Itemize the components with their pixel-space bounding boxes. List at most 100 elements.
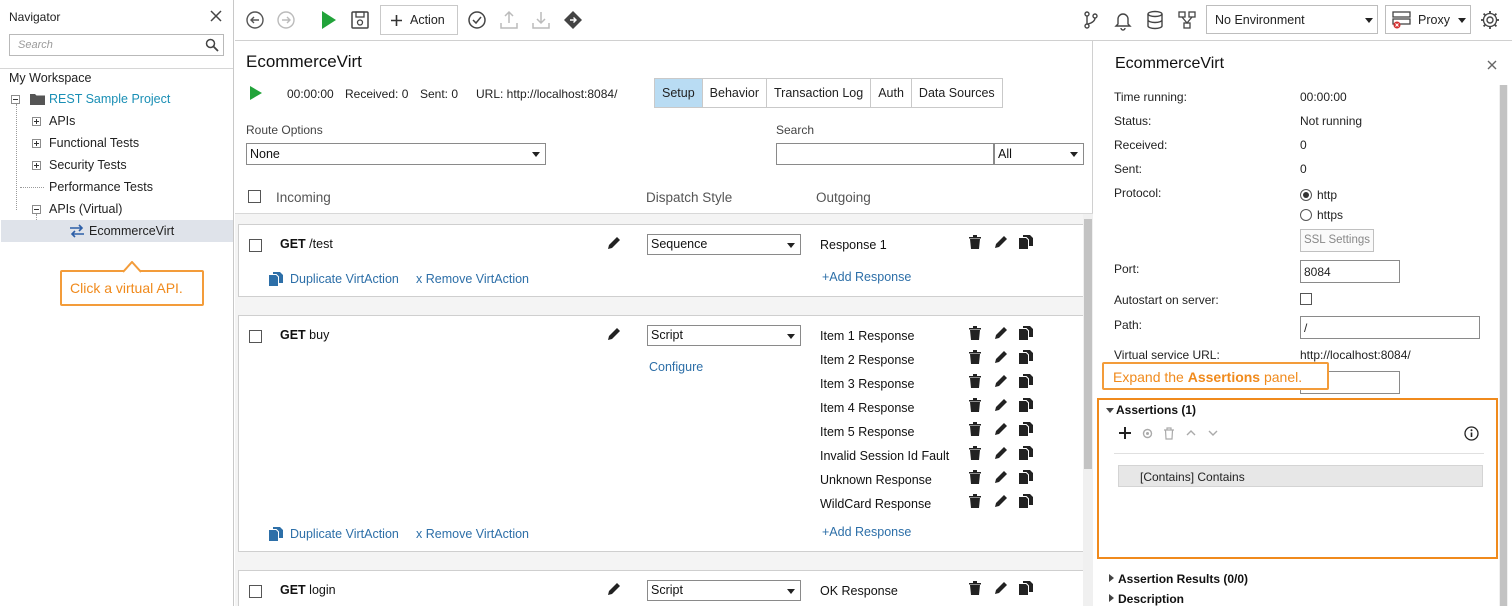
- trash-icon[interactable]: [969, 470, 981, 484]
- run-icon[interactable]: [317, 9, 339, 31]
- copy-response-icon[interactable]: [1018, 445, 1034, 461]
- response-item[interactable]: Response 1: [820, 238, 887, 252]
- radio-http[interactable]: [1300, 189, 1312, 201]
- response-item[interactable]: Invalid Session Id Fault: [820, 449, 949, 463]
- path-input[interactable]: /: [1300, 316, 1480, 339]
- description-header[interactable]: Description: [1118, 592, 1184, 606]
- add-assertion-icon[interactable]: [1119, 427, 1131, 439]
- forward-icon[interactable]: [275, 9, 297, 31]
- workspace-label[interactable]: My Workspace: [0, 68, 233, 88]
- trash-icon[interactable]: [1163, 427, 1175, 440]
- edit-route-icon[interactable]: [606, 235, 622, 251]
- environment-select[interactable]: No Environment: [1206, 5, 1378, 34]
- play-icon[interactable]: [249, 85, 263, 101]
- autostart-checkbox[interactable]: [1300, 293, 1312, 305]
- trash-icon[interactable]: [969, 235, 981, 249]
- response-item[interactable]: OK Response: [820, 584, 898, 598]
- copy-response-icon[interactable]: [1018, 373, 1034, 389]
- trash-icon[interactable]: [969, 326, 981, 340]
- response-item[interactable]: Item 1 Response: [820, 329, 915, 343]
- edit-response-icon[interactable]: [993, 349, 1009, 365]
- trash-icon[interactable]: [969, 374, 981, 388]
- database-icon[interactable]: [1144, 9, 1166, 31]
- bell-icon[interactable]: [1112, 9, 1134, 31]
- edit-route-icon[interactable]: [606, 581, 622, 597]
- duplicate-icon[interactable]: [268, 271, 284, 287]
- copy-response-icon[interactable]: [1018, 234, 1034, 250]
- copy-response-icon[interactable]: [1018, 397, 1034, 413]
- dispatch-style-select[interactable]: Script: [647, 325, 801, 346]
- edit-response-icon[interactable]: [993, 469, 1009, 485]
- dispatch-style-select[interactable]: Script: [647, 580, 801, 601]
- copy-response-icon[interactable]: [1018, 349, 1034, 365]
- radio-https[interactable]: [1300, 209, 1312, 221]
- copy-response-icon[interactable]: [1018, 325, 1034, 341]
- chevron-down-icon[interactable]: [1208, 429, 1218, 437]
- copy-response-icon[interactable]: [1018, 421, 1034, 437]
- row-checkbox[interactable]: [249, 330, 262, 343]
- trash-icon[interactable]: [969, 581, 981, 595]
- back-icon[interactable]: [244, 9, 266, 31]
- edit-response-icon[interactable]: [993, 373, 1009, 389]
- upload-icon[interactable]: [498, 9, 520, 31]
- edit-response-icon[interactable]: [993, 580, 1009, 596]
- assertions-header[interactable]: Assertions (1): [1116, 403, 1196, 417]
- row-checkbox[interactable]: [249, 239, 262, 252]
- chevron-up-icon[interactable]: [1186, 429, 1196, 437]
- edit-route-icon[interactable]: [606, 326, 622, 342]
- response-item[interactable]: Item 2 Response: [820, 353, 915, 367]
- tab-setup[interactable]: Setup: [655, 79, 703, 107]
- scroll-thumb[interactable]: [1500, 85, 1507, 606]
- search-icon[interactable]: [205, 38, 219, 52]
- add-response-link[interactable]: +Add Response: [822, 525, 911, 539]
- close-icon[interactable]: [1486, 59, 1498, 71]
- tab-auth[interactable]: Auth: [871, 79, 912, 107]
- trash-icon[interactable]: [969, 398, 981, 412]
- expand-icon[interactable]: [32, 139, 41, 148]
- expand-icon[interactable]: [1109, 574, 1114, 582]
- duplicate-virtaction-link[interactable]: Duplicate VirtAction: [290, 527, 399, 541]
- route-options-select[interactable]: None: [246, 143, 546, 165]
- scroll-thumb[interactable]: [1084, 219, 1092, 469]
- duplicate-icon[interactable]: [268, 526, 284, 542]
- remove-virtaction-link[interactable]: x Remove VirtAction: [416, 527, 529, 541]
- save-icon[interactable]: [349, 9, 371, 31]
- copy-response-icon[interactable]: [1018, 493, 1034, 509]
- gear-icon[interactable]: [1479, 9, 1501, 31]
- action-button[interactable]: Action: [380, 5, 458, 35]
- duplicate-virtaction-link[interactable]: Duplicate VirtAction: [290, 272, 399, 286]
- edit-response-icon[interactable]: [993, 397, 1009, 413]
- add-response-link[interactable]: +Add Response: [822, 270, 911, 284]
- panel-scrollbar[interactable]: [1499, 85, 1508, 606]
- copy-response-icon[interactable]: [1018, 580, 1034, 596]
- expand-icon[interactable]: [32, 161, 41, 170]
- row-checkbox[interactable]: [249, 585, 262, 598]
- response-item[interactable]: Item 3 Response: [820, 377, 915, 391]
- search-scope-select[interactable]: All: [994, 143, 1084, 165]
- list-scrollbar[interactable]: [1083, 214, 1093, 606]
- diamond-icon[interactable]: [562, 9, 584, 31]
- collapse-icon[interactable]: [11, 95, 20, 104]
- remove-virtaction-link[interactable]: x Remove VirtAction: [416, 272, 529, 286]
- copy-response-icon[interactable]: [1018, 469, 1034, 485]
- trash-icon[interactable]: [969, 494, 981, 508]
- response-item[interactable]: Item 5 Response: [820, 425, 915, 439]
- expand-icon[interactable]: [32, 117, 41, 126]
- edit-response-icon[interactable]: [993, 445, 1009, 461]
- response-item[interactable]: Item 4 Response: [820, 401, 915, 415]
- response-item[interactable]: Unknown Response: [820, 473, 932, 487]
- navigator-search-input[interactable]: Search: [9, 34, 224, 56]
- edit-response-icon[interactable]: [993, 325, 1009, 341]
- assertion-results-header[interactable]: Assertion Results (0/0): [1118, 572, 1248, 586]
- git-branch-icon[interactable]: [1080, 9, 1102, 31]
- collapse-icon[interactable]: [1106, 408, 1114, 413]
- download-icon[interactable]: [530, 9, 552, 31]
- edit-response-icon[interactable]: [993, 234, 1009, 250]
- trash-icon[interactable]: [969, 446, 981, 460]
- tab-transaction-log[interactable]: Transaction Log: [767, 79, 872, 107]
- edit-response-icon[interactable]: [993, 493, 1009, 509]
- ssl-settings-button[interactable]: SSL Settings: [1300, 229, 1374, 252]
- tab-data-sources[interactable]: Data Sources: [912, 79, 1002, 107]
- collapse-icon[interactable]: [32, 205, 41, 214]
- trash-icon[interactable]: [969, 350, 981, 364]
